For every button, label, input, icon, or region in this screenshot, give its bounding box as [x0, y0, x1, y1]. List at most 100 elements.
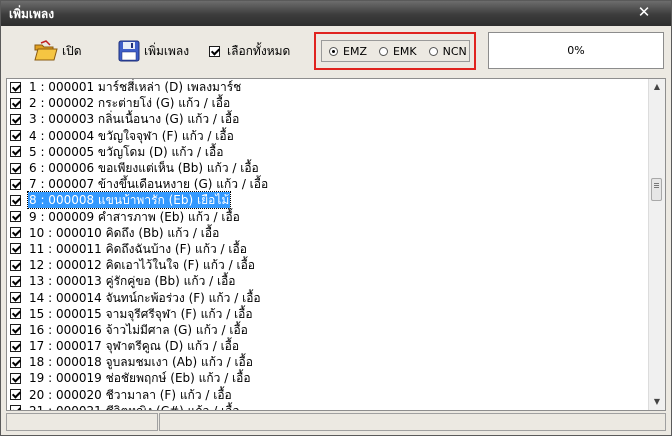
add-songs-window: เพิ่มเพลง ✕ เปิด เพิ่มเพลง เลือกทั้งหมด … — [0, 0, 672, 436]
scroll-up-arrow[interactable]: ▲ — [649, 79, 665, 95]
list-item-label: 17 : 000017 จุฬาตรีคูณ (D) แก้ว / เอื้อ — [29, 339, 240, 354]
vertical-scrollbar[interactable]: ▲ ▼ — [648, 79, 665, 410]
list-item-checkbox[interactable] — [10, 324, 21, 336]
list-item[interactable]: 21 : 000021 ชีวิตหญิง (C#) แก้ว / เอื้อ — [7, 403, 649, 411]
list-item-label: 21 : 000021 ชีวิตหญิง (C#) แก้ว / เอื้อ — [29, 403, 240, 411]
scroll-grip-line — [654, 182, 659, 184]
list-item-checkbox[interactable] — [10, 259, 21, 271]
add-songs-label: เพิ่มเพลง — [144, 43, 190, 58]
status-panel-left — [6, 413, 158, 431]
select-all-checkbox[interactable]: เลือกทั้งหมด — [209, 39, 290, 63]
list-item-checkbox[interactable] — [10, 292, 21, 304]
list-item[interactable]: 3 : 000003 กลิ่นเนื้อนาง (G) แก้ว / เอื้… — [7, 111, 649, 127]
toolbar: เปิด เพิ่มเพลง เลือกทั้งหมด EMZ EMK NCN … — [1, 26, 671, 76]
list-item-label: 20 : 000020 ชีวามาลา (F) แก้ว / เอื้อ — [29, 387, 232, 402]
list-item-checkbox[interactable] — [10, 146, 21, 158]
list-item-label: 2 : 000002 กระต่ายโง่ (G) แก้ว / เอื้อ — [29, 96, 231, 111]
list-item-checkbox[interactable] — [10, 194, 21, 206]
list-item-checkbox[interactable] — [10, 81, 21, 93]
list-item-label: 19 : 000019 ช่อชัยพฤกษ์ (Eb) แก้ว / เอื้… — [29, 371, 251, 386]
list-item-label: 12 : 000012 คิดเอาไว้ในใจ (F) แก้ว / เอื… — [29, 258, 255, 273]
list-item[interactable]: 11 : 000011 คิดถึงฉันบ้าง (F) แก้ว / เอื… — [7, 241, 649, 257]
open-label: เปิด — [62, 43, 82, 58]
window-title: เพิ่มเพลง — [9, 7, 55, 21]
list-item-checkbox[interactable] — [10, 340, 21, 352]
radio-ncn[interactable]: NCN — [428, 45, 467, 58]
list-item[interactable]: 5 : 000005 ขวัญโดม (D) แก้ว / เอื้อ — [7, 144, 649, 160]
list-item-checkbox[interactable] — [10, 162, 21, 174]
open-button[interactable]: เปิด — [34, 39, 82, 63]
list-item-label: 8 : 000008 แขนบ้าพารัก (Eb) เยือไม้ — [26, 191, 232, 210]
list-item[interactable]: 18 : 000018 จูบลมชมเงา (Ab) แก้ว / เอื้อ — [7, 354, 649, 370]
list-item-checkbox[interactable] — [10, 275, 21, 287]
floppy-disk-icon — [118, 40, 140, 62]
format-radio-group: EMZ EMK NCN — [314, 32, 476, 70]
add-songs-button[interactable]: เพิ่มเพลง — [118, 39, 189, 63]
list-item[interactable]: 7 : 000007 ข้างขึ้นเดือนหงาย (G) แก้ว / … — [7, 176, 649, 192]
scroll-down-arrow[interactable]: ▼ — [649, 394, 665, 410]
list-item[interactable]: 6 : 000006 ขอเพียงแต่เห็น (Bb) แก้ว / เอ… — [7, 160, 649, 176]
progress-bar: 0% — [488, 32, 664, 69]
format-options: EMZ EMK NCN — [321, 40, 470, 62]
radio-emk-dot[interactable] — [378, 46, 388, 56]
scroll-grip-line — [654, 186, 659, 188]
list-item-checkbox[interactable] — [10, 356, 21, 368]
list-item-checkbox[interactable] — [10, 211, 21, 223]
radio-emk-label: EMK — [392, 44, 417, 58]
list-item-checkbox[interactable] — [10, 113, 21, 125]
list-item-checkbox[interactable] — [10, 130, 21, 142]
song-list[interactable]: 1 : 000001 มาร์ชสี่เหล่า (D) เพลงมาร์ช 2 … — [6, 78, 666, 411]
list-item-label: 6 : 000006 ขอเพียงแต่เห็น (Bb) แก้ว / เอ… — [29, 161, 259, 176]
list-item-label: 13 : 000013 คู่รักคู่ขอ (Bb) แก้ว / เอื้… — [29, 274, 236, 289]
list-item[interactable]: 16 : 000016 จ้าวไม่มีศาล (G) แก้ว / เอื้… — [7, 322, 649, 338]
list-item[interactable]: 2 : 000002 กระต่ายโง่ (G) แก้ว / เอื้อ — [7, 95, 649, 111]
scroll-grip-line — [654, 184, 659, 186]
list-item-checkbox[interactable] — [10, 389, 21, 401]
list-item-label: 9 : 000009 คำสารภาพ (Eb) แก้ว / เอื้อ — [29, 209, 240, 224]
list-item[interactable]: 9 : 000009 คำสารภาพ (Eb) แก้ว / เอื้อ — [7, 209, 649, 225]
list-item-checkbox[interactable] — [10, 227, 21, 239]
radio-emz-label: EMZ — [343, 44, 367, 58]
scroll-thumb[interactable] — [651, 177, 662, 202]
list-item-label: 15 : 000015 จามจุรีศรีจุฬา (F) แก้ว / เอ… — [29, 306, 253, 321]
list-item-label: 16 : 000016 จ้าวไม่มีศาล (G) แก้ว / เอื้… — [29, 322, 248, 337]
list-item[interactable]: 12 : 000012 คิดเอาไว้ในใจ (F) แก้ว / เอื… — [7, 257, 649, 273]
list-item[interactable]: 10 : 000010 คิดถึง (Bb) แก้ว / เอื้อ — [7, 225, 649, 241]
radio-ncn-dot[interactable] — [428, 46, 438, 56]
radio-emz-dot[interactable] — [329, 46, 338, 56]
list-item-checkbox[interactable] — [10, 178, 21, 190]
status-panel-right — [159, 413, 666, 431]
list-item-label: 3 : 000003 กลิ่นเนื้อนาง (G) แก้ว / เอื้… — [29, 112, 240, 127]
list-item-checkbox[interactable] — [10, 405, 21, 410]
list-item[interactable]: 20 : 000020 ชีวามาลา (F) แก้ว / เอื้อ — [7, 387, 649, 403]
select-all-label: เลือกทั้งหมด — [227, 43, 291, 58]
list-item-label: 14 : 000014 จันทน์กะพ้อร่วง (F) แก้ว / เ… — [29, 290, 261, 305]
list-item[interactable]: 17 : 000017 จุฬาตรีคูณ (D) แก้ว / เอื้อ — [7, 338, 649, 354]
radio-emz[interactable]: EMZ — [329, 45, 367, 58]
title-bar[interactable]: เพิ่มเพลง ✕ — [1, 1, 671, 26]
radio-emk[interactable]: EMK — [378, 44, 417, 58]
folder-open-icon — [34, 40, 58, 62]
list-item[interactable]: 15 : 000015 จามจุรีศรีจุฬา (F) แก้ว / เอ… — [7, 306, 649, 322]
status-bar — [6, 412, 666, 432]
list-item[interactable]: 1 : 000001 มาร์ชสี่เหล่า (D) เพลงมาร์ช — [7, 79, 649, 95]
list-item-label: 18 : 000018 จูบลมชมเงา (Ab) แก้ว / เอื้อ — [29, 355, 253, 370]
song-list-rows: 1 : 000001 มาร์ชสี่เหล่า (D) เพลงมาร์ช 2 … — [7, 79, 649, 411]
list-item-checkbox[interactable] — [10, 97, 21, 109]
list-item-checkbox[interactable] — [10, 372, 21, 384]
list-item[interactable]: 19 : 000019 ช่อชัยพฤกษ์ (Eb) แก้ว / เอื้… — [7, 370, 649, 386]
list-item[interactable]: 4 : 000004 ขวัญใจจุฬา (F) แก้ว / เอื้อ — [7, 128, 649, 144]
close-button[interactable]: ✕ — [631, 3, 657, 21]
list-item[interactable]: 13 : 000013 คู่รักคู่ขอ (Bb) แก้ว / เอื้… — [7, 273, 649, 289]
list-item-label: 10 : 000010 คิดถึง (Bb) แก้ว / เอื้อ — [29, 225, 220, 240]
list-item-label: 4 : 000004 ขวัญใจจุฬา (F) แก้ว / เอื้อ — [29, 128, 234, 143]
list-item[interactable]: 8 : 000008 แขนบ้าพารัก (Eb) เยือไม้ — [7, 191, 649, 210]
list-item-checkbox[interactable] — [10, 243, 21, 255]
list-item-label: 1 : 000001 มาร์ชสี่เหล่า (D) เพลงมาร์ช — [29, 80, 242, 95]
select-all-check[interactable] — [209, 45, 220, 57]
list-item-label: 11 : 000011 คิดถึงฉันบ้าง (F) แก้ว / เอื… — [29, 241, 247, 256]
list-item-label: 5 : 000005 ขวัญโดม (D) แก้ว / เอื้อ — [29, 144, 224, 159]
list-item-checkbox[interactable] — [10, 308, 21, 320]
list-item[interactable]: 14 : 000014 จันทน์กะพ้อร่วง (F) แก้ว / เ… — [7, 289, 649, 305]
progress-text: 0% — [567, 44, 585, 57]
